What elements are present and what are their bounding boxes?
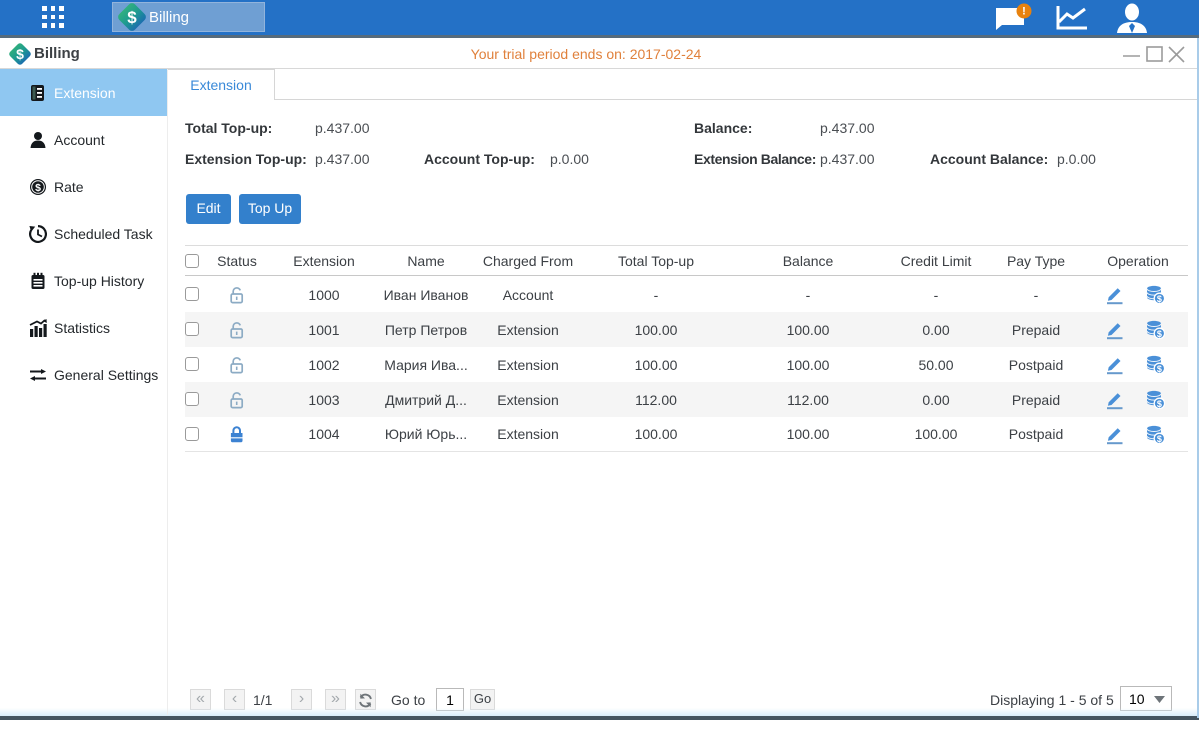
- svg-text:!: !: [1022, 6, 1026, 18]
- svg-text:$: $: [35, 181, 41, 193]
- svg-text:$: $: [127, 8, 137, 27]
